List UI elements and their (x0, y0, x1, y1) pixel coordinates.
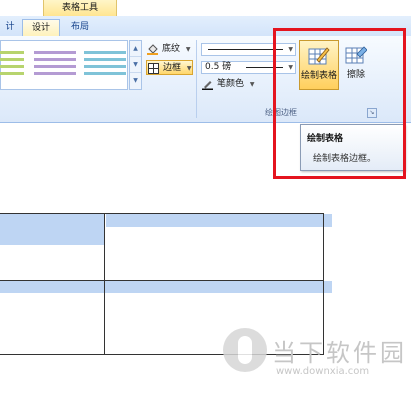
borders-button[interactable]: 边框 ▼ (146, 60, 193, 75)
pen-icon (202, 79, 213, 90)
table-border-row (0, 280, 324, 281)
highlight-annotation (273, 28, 406, 179)
table-style-gallery[interactable] (0, 40, 128, 90)
table-tools-context-header: 表格工具 (43, 0, 117, 17)
border-grid-icon (148, 63, 159, 74)
gallery-more-icon[interactable]: ▼ (130, 73, 141, 88)
pen-color-button[interactable]: 笔颜色 ▼ (201, 77, 261, 92)
table-style-swatch[interactable] (31, 47, 79, 81)
chevron-down-icon: ▼ (186, 65, 192, 72)
table-cell-shade (0, 214, 104, 245)
tab-partial-left[interactable]: 计 (0, 19, 20, 36)
gallery-up-icon[interactable]: ▲ (130, 41, 141, 57)
paint-bucket-icon (147, 44, 158, 55)
table-style-swatch[interactable] (81, 47, 129, 81)
table-cell-shade (106, 214, 332, 227)
chevron-down-icon: ▼ (249, 81, 255, 88)
pen-weight-value: 0.5 磅 (205, 62, 232, 72)
chevron-down-icon: ▼ (185, 46, 191, 53)
shading-label: 底纹 (162, 44, 181, 54)
watermark-logo-icon (223, 328, 267, 372)
watermark-text: 当下软件园 (272, 339, 407, 367)
gallery-scroll[interactable]: ▲ ▼ ▼ (129, 40, 142, 90)
table-row-shade (0, 281, 332, 293)
gallery-down-icon[interactable]: ▼ (130, 57, 141, 73)
table-border-column (104, 213, 105, 355)
pen-color-label: 笔颜色 (217, 79, 245, 89)
table-style-swatch[interactable] (0, 47, 27, 81)
table-border-top (0, 213, 324, 214)
line-style-preview (208, 49, 283, 50)
borders-label: 边框 (163, 63, 182, 73)
shading-button[interactable]: 底纹 ▼ (146, 42, 194, 57)
group-separator (196, 40, 197, 118)
tab-layout[interactable]: 布局 (62, 19, 98, 36)
tab-design[interactable]: 设计 (22, 19, 60, 37)
watermark-url: www.downxia.com (276, 366, 370, 377)
